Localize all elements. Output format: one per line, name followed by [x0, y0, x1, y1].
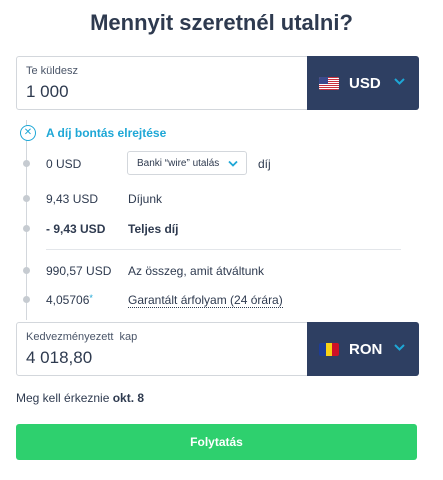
arrival-date: okt. 8: [112, 391, 145, 405]
send-currency-selector[interactable]: USD: [307, 56, 419, 110]
collapse-icon[interactable]: ✕: [20, 125, 36, 141]
guaranteed-rate-label[interactable]: Garantált árfolyam (24 órára): [128, 293, 283, 308]
converted-amount-label: Az összeg, amit átváltunk: [128, 264, 265, 278]
receive-amount-field[interactable]: Kedvezményezett kap 4 018,80 RON: [16, 322, 419, 376]
rate-footnote-star: *: [89, 293, 93, 303]
ro-flag-icon: [319, 342, 339, 356]
us-flag-icon: [319, 76, 339, 90]
timeline-dot: [23, 160, 30, 167]
converted-amount: 990,57 USD: [46, 264, 112, 278]
payment-method-select[interactable]: Banki “wire” utalás: [127, 151, 247, 175]
fee-breakdown-toggle[interactable]: A díj bontás elrejtése: [46, 126, 166, 140]
timeline-dot: [23, 195, 30, 202]
exchange-rate-value: 4,05706: [46, 293, 90, 307]
chevron-down-icon: [394, 344, 405, 351]
total-fee-label: Teljes díj: [128, 222, 179, 236]
chevron-down-icon: [228, 160, 238, 167]
payment-fee-amount: 0 USD: [46, 157, 82, 171]
send-label: Te küldesz: [26, 65, 78, 77]
receive-currency-selector[interactable]: RON: [307, 322, 419, 376]
total-fee-amount: - 9,43 USD: [46, 222, 106, 236]
receive-amount-input[interactable]: 4 018,80: [26, 348, 92, 368]
breakdown-timeline: [26, 120, 27, 320]
page-title: Mennyit szeretnél utalni?: [90, 10, 353, 35]
timeline-dot: [23, 225, 30, 232]
guaranteed-rate-link[interactable]: Garantált árfolyam (24 órára): [128, 293, 283, 308]
fee-suffix: díj: [258, 157, 271, 171]
chevron-down-icon: [394, 78, 405, 85]
continue-button[interactable]: Folytatás: [16, 424, 417, 460]
timeline-dot: [23, 296, 30, 303]
timeline-dot: [23, 267, 30, 274]
send-amount-field[interactable]: Te küldesz 1 000 USD: [16, 56, 419, 110]
payment-method-value: Banki “wire” utalás: [137, 158, 220, 169]
send-amount-input[interactable]: 1 000: [26, 82, 69, 102]
our-fee-amount: 9,43 USD: [46, 192, 99, 206]
exchange-rate: 4,05706*: [46, 293, 93, 307]
arrival-prefix: Meg kell érkeznie: [16, 391, 110, 405]
arrival-estimate: Meg kell érkeznie okt. 8: [16, 391, 144, 405]
breakdown-divider: [46, 249, 401, 250]
receive-currency-code: RON: [349, 340, 383, 358]
our-fee-label: Díjunk: [128, 192, 163, 206]
send-currency-code: USD: [349, 74, 381, 92]
receive-label: Kedvezményezett kap: [26, 331, 138, 343]
